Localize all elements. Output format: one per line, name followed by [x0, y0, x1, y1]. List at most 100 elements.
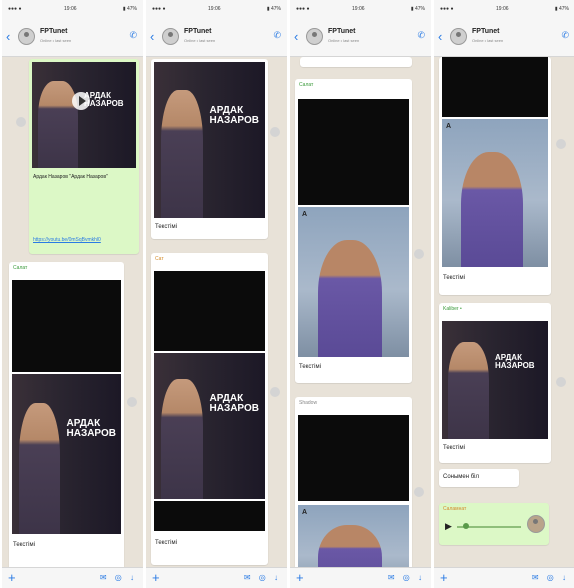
caption: Текстімі — [299, 364, 321, 370]
share-icon[interactable] — [16, 117, 26, 127]
message-text: Сонымен біл — [443, 474, 480, 480]
media-message[interactable]: Салат A Текстімі — [295, 79, 412, 383]
link-url[interactable]: https://youtu.be/0mSqBvmkhl0 — [33, 237, 101, 243]
video-thumbnail[interactable]: АРДАК НАЗАРОВ — [12, 374, 121, 534]
photo-mark: A — [302, 211, 308, 218]
media-message[interactable]: A Текстімі — [439, 57, 551, 295]
caption: Текстімі — [443, 445, 465, 451]
time: 19:06 — [352, 6, 365, 12]
person-image — [18, 402, 60, 534]
chat-header: ‹ FPTunet Online • last seen ✆ — [434, 18, 574, 57]
chat-subtitle: Online • last seen — [40, 38, 72, 43]
status-bar: ●●● ● 19:06 ▮ 47% — [290, 0, 431, 18]
chevron-left-icon[interactable]: ‹ — [294, 30, 298, 43]
chat-name[interactable]: FPTunet — [184, 28, 211, 35]
avatar[interactable] — [162, 28, 179, 45]
call-icon[interactable]: ✆ — [561, 30, 569, 41]
input-bar: + ✉ ◎ ↓ — [146, 567, 287, 588]
call-icon[interactable]: ✆ — [129, 30, 137, 41]
share-icon[interactable] — [414, 249, 424, 259]
sender-name: Kaliber • — [443, 306, 462, 312]
carrier: ●●● ● — [440, 6, 454, 12]
time: 19:06 — [496, 6, 509, 12]
chat-panel-2: ●●● ● 19:06 ▮ 47% ‹ FPTunet Online • las… — [146, 0, 287, 588]
caption: Текстімі — [155, 540, 177, 546]
sender-name: Салат — [13, 265, 28, 271]
media-message[interactable]: Салат АРДАК НАЗАРОВ Текстімі — [9, 262, 124, 570]
video-thumbnail[interactable]: АРДАК НАЗАРОВ — [154, 353, 265, 499]
share-icon[interactable] — [270, 127, 280, 137]
chevron-left-icon[interactable]: ‹ — [150, 30, 154, 43]
caption: Текстімі — [443, 275, 465, 281]
play-icon[interactable] — [72, 92, 90, 110]
input-icons[interactable]: ✉ ◎ ↓ — [388, 573, 425, 582]
share-icon[interactable] — [270, 387, 280, 397]
poster-text: АРДАК НАЗАРОВ — [66, 417, 116, 440]
avatar[interactable] — [18, 28, 35, 45]
chat-subtitle: Online • last seen — [184, 38, 216, 43]
message-list[interactable]: АРДАК НАЗАРОВ Текстімі Сат АРДАК НАЗАРОВ Т… — [146, 57, 287, 568]
message-list[interactable]: A Текстімі Kaliber • АРДАК НАЗАРОВ Тексті… — [434, 57, 574, 568]
video-thumbnail[interactable]: АРДАК НАЗАРОВ — [442, 321, 548, 439]
video-black-area — [298, 415, 409, 501]
chat-name[interactable]: FPTunet — [472, 28, 499, 35]
call-icon[interactable]: ✆ — [273, 30, 281, 41]
video-thumbnail[interactable]: АРДАК НАЗАРОВ — [32, 62, 136, 168]
input-bar: + ✉ ◎ ↓ — [434, 567, 574, 588]
share-icon[interactable] — [414, 487, 424, 497]
media-message[interactable]: Shadow A — [295, 397, 412, 588]
person-image — [38, 81, 78, 168]
status-bar: ●●● ● 19:06 ▮ 47% — [146, 0, 287, 18]
photo-thumbnail[interactable]: A — [442, 119, 548, 267]
media-message[interactable]: Kaliber • АРДАК НАЗАРОВ Текстімі — [439, 303, 551, 463]
chat-name[interactable]: FPTunet — [40, 28, 67, 35]
poster-text: АРДАК НАЗАРОВ — [209, 104, 259, 127]
video-black-area — [154, 271, 265, 351]
voice-avatar — [527, 515, 545, 533]
call-icon[interactable]: ✆ — [417, 30, 425, 41]
avatar[interactable] — [450, 28, 467, 45]
media-message[interactable]: АРДАК НАЗАРОВ Текстімі — [151, 59, 268, 239]
share-icon[interactable] — [127, 397, 137, 407]
chat-subtitle: Online • last seen — [328, 38, 360, 43]
share-icon[interactable] — [556, 139, 566, 149]
voice-scrubber[interactable] — [463, 523, 469, 529]
message-edge — [300, 57, 412, 67]
input-icons[interactable]: ✉ ◎ ↓ — [244, 573, 281, 582]
person-image — [461, 151, 523, 267]
caption: Текстімі — [155, 224, 177, 230]
play-icon[interactable]: ▶ — [445, 521, 452, 532]
time: 19:06 — [208, 6, 221, 12]
input-bar: + ✉ ◎ ↓ — [290, 567, 431, 588]
input-icons[interactable]: ✉ ◎ ↓ — [532, 573, 569, 582]
input-icons[interactable]: ✉ ◎ ↓ — [100, 573, 137, 582]
plus-icon[interactable]: + — [440, 570, 448, 585]
text-message[interactable]: Сонымен біл — [439, 469, 519, 487]
person-image — [317, 240, 383, 357]
plus-icon[interactable]: + — [296, 570, 304, 585]
link-message[interactable]: АРДАК НАЗАРОВ Ардак Назаров "Ардак Назаро… — [29, 59, 139, 254]
avatar[interactable] — [306, 28, 323, 45]
plus-icon[interactable]: + — [152, 570, 160, 585]
photo-mark: A — [302, 509, 308, 516]
carrier: ●●● ● — [296, 6, 310, 12]
video-thumbnail[interactable]: АРДАК НАЗАРОВ — [154, 62, 265, 218]
message-list[interactable]: Салат A Текстімі Shadow A — [290, 57, 431, 588]
chat-name[interactable]: FPTunet — [328, 28, 355, 35]
share-icon[interactable] — [556, 377, 566, 387]
media-message[interactable]: Сат АРДАК НАЗАРОВ Текстімі — [151, 253, 268, 565]
battery: ▮ 47% — [410, 6, 425, 12]
chevron-left-icon[interactable]: ‹ — [438, 30, 442, 43]
photo-thumbnail[interactable]: A — [298, 207, 409, 357]
status-bar: ●●● ● 19:06 ▮ 47% — [434, 0, 574, 18]
chat-header: ‹ FPTunet Online • last seen ✆ — [146, 18, 287, 57]
chevron-left-icon[interactable]: ‹ — [6, 30, 10, 43]
message-list[interactable]: АРДАК НАЗАРОВ Ардак Назаров "Ардак Назаро… — [2, 57, 143, 570]
chat-subtitle: Online • last seen — [472, 38, 504, 43]
chat-panel-1: ●●● ● 19:06 ▮ 47% ‹ FPTunet Online • las… — [2, 0, 143, 588]
plus-icon[interactable]: + — [8, 570, 16, 585]
chat-header: ‹ FPTunet Online • last seen ✆ — [2, 18, 143, 57]
link-description — [33, 187, 133, 192]
time: 19:06 — [64, 6, 77, 12]
voice-message[interactable]: Саламнат ▶ — [439, 503, 549, 545]
